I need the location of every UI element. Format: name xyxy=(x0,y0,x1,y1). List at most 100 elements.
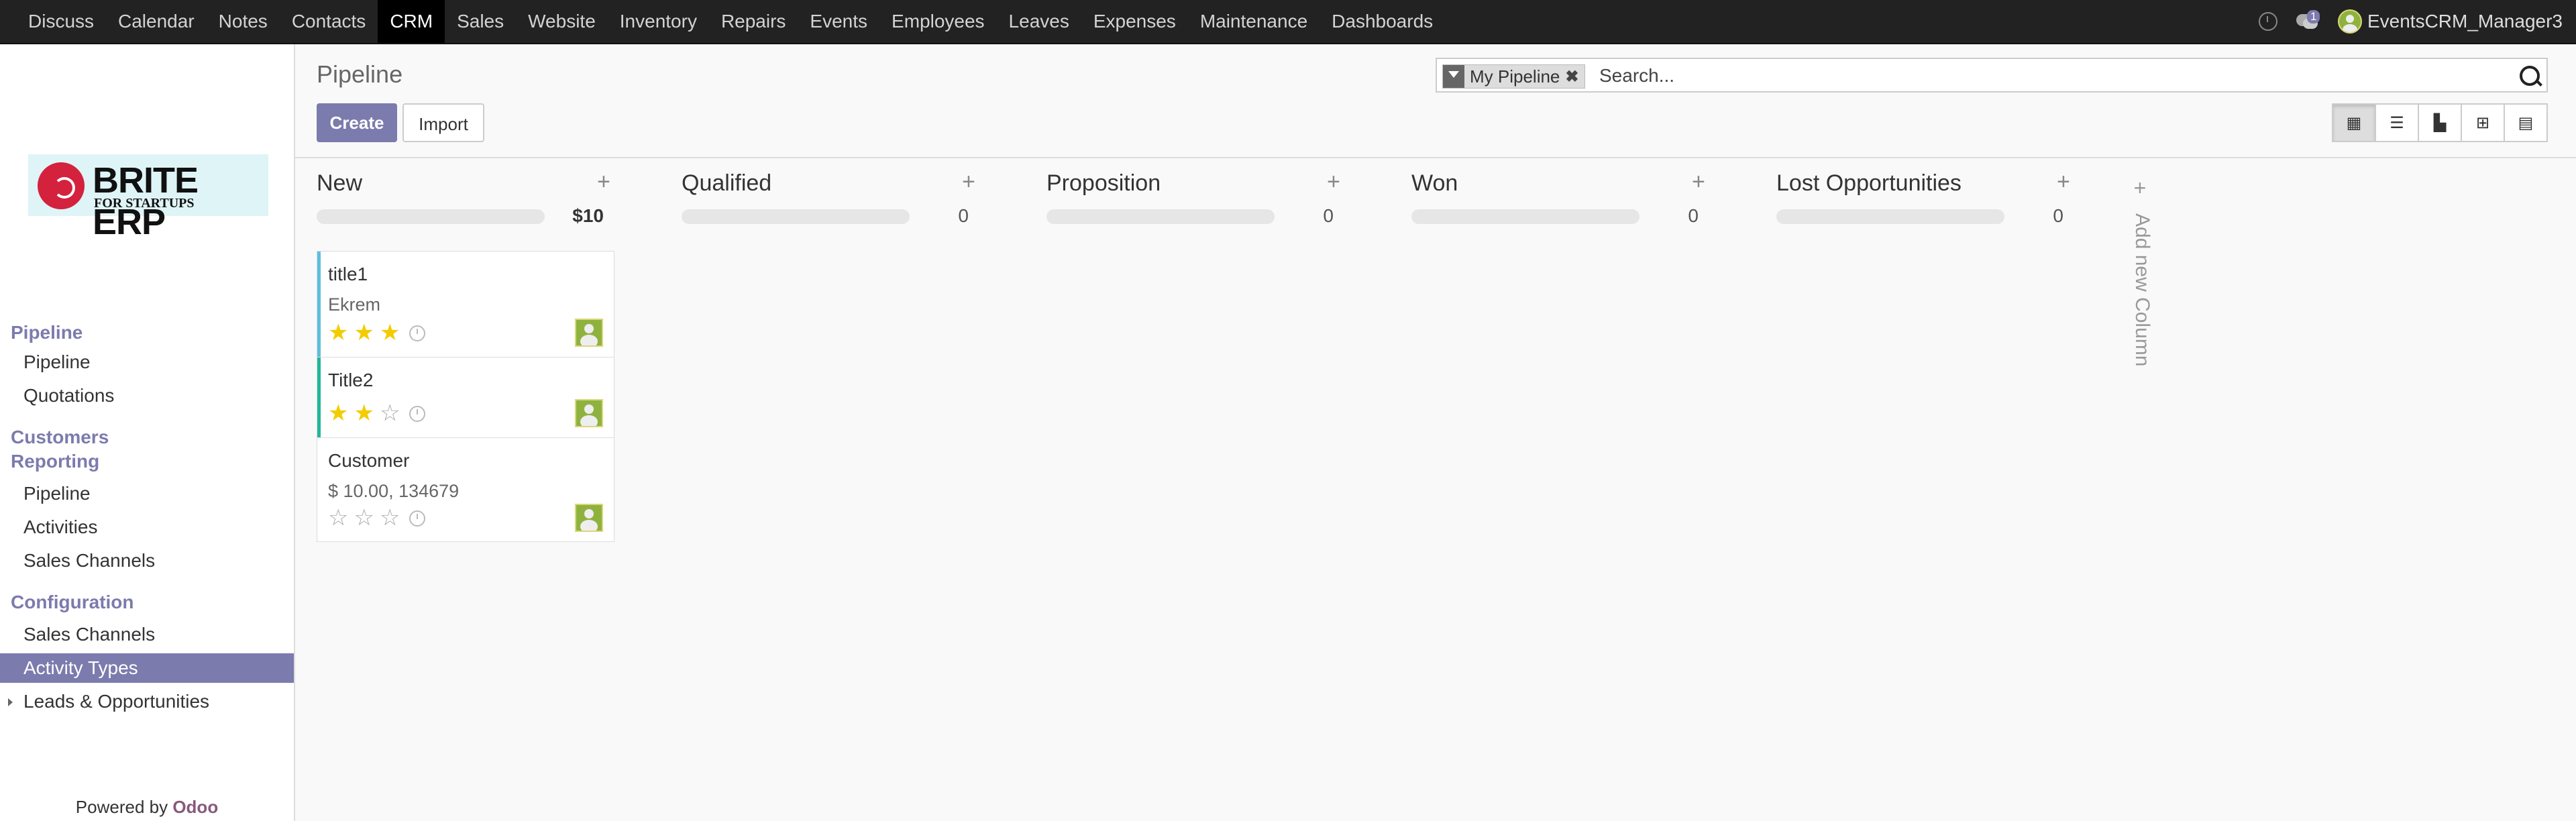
column-progressbar[interactable] xyxy=(1776,209,2004,224)
sidebar-item-activity-types[interactable]: Activity Types xyxy=(0,653,294,683)
sidebar-item-pipeline[interactable]: Pipeline xyxy=(0,347,294,377)
menu-employees[interactable]: Employees xyxy=(879,0,997,43)
star-icon[interactable]: ☆ xyxy=(380,402,400,425)
activity-clock-icon[interactable] xyxy=(409,510,426,527)
column-title[interactable]: Lost Opportunities xyxy=(1776,170,1962,197)
column-title[interactable]: Proposition xyxy=(1046,170,1161,197)
calendar-view-button[interactable]: ▤ xyxy=(2504,103,2548,142)
card-title: title1 xyxy=(328,264,368,284)
kanban-card[interactable]: Customer $ 10.00, 134679 ☆ ☆ ☆ xyxy=(317,437,614,542)
filter-icon xyxy=(1443,65,1464,88)
star-icon[interactable]: ☆ xyxy=(328,506,348,529)
kanban-view-button[interactable]: ▦ xyxy=(2332,103,2376,142)
column-progressbar[interactable] xyxy=(1046,209,1275,224)
column-total: 0 xyxy=(1688,205,1699,226)
list-view-button[interactable]: ☰ xyxy=(2375,103,2419,142)
menu-expenses[interactable]: Expenses xyxy=(1081,0,1188,43)
kanban-card[interactable]: Title2 ★ ★ ☆ xyxy=(317,357,614,439)
column-total: $10 xyxy=(572,205,604,226)
star-icon[interactable]: ★ xyxy=(380,321,400,344)
calendar-view-icon: ▤ xyxy=(2518,113,2534,132)
quick-create-plus-icon[interactable]: + xyxy=(597,169,610,195)
sidebar-section-customers[interactable]: Customers xyxy=(11,425,109,449)
sidebar-section-reporting[interactable]: Reporting xyxy=(11,449,99,474)
message-count-badge: 1 xyxy=(2306,10,2320,23)
search-icon[interactable] xyxy=(2520,66,2540,86)
card-title: Customer xyxy=(328,450,410,471)
kanban-column-proposition: Proposition + 0 xyxy=(1025,158,1352,762)
top-navbar: Discuss Calendar Notes Contacts CRM Sale… xyxy=(0,0,2576,44)
column-title[interactable]: Won xyxy=(1411,170,1458,197)
import-button[interactable]: Import xyxy=(402,103,484,142)
search-bar[interactable]: My Pipeline ✖ xyxy=(1436,58,2548,93)
column-total: 0 xyxy=(2053,205,2063,226)
systray: 1 EventsCRM_Manager3 xyxy=(2258,0,2563,43)
graph-view-icon: ▙ xyxy=(2433,113,2447,132)
column-progressbar[interactable] xyxy=(317,209,545,224)
column-total: 0 xyxy=(1323,205,1334,226)
quick-create-plus-icon[interactable]: + xyxy=(1327,169,1340,195)
star-icon[interactable]: ★ xyxy=(354,321,374,344)
graph-view-button[interactable]: ▙ xyxy=(2418,103,2462,142)
column-title[interactable]: New xyxy=(317,170,362,197)
star-icon[interactable]: ★ xyxy=(328,402,348,425)
column-title[interactable]: Qualified xyxy=(682,170,771,197)
sidebar-item-sales-channels[interactable]: Sales Channels xyxy=(0,620,294,649)
star-icon[interactable]: ★ xyxy=(354,402,374,425)
menu-calendar[interactable]: Calendar xyxy=(106,0,207,43)
odoo-link[interactable]: Odoo xyxy=(172,797,218,817)
sidebar-section-configuration[interactable]: Configuration xyxy=(11,590,134,614)
logo-mark-icon xyxy=(38,162,85,209)
add-column[interactable]: + Add new Column xyxy=(2127,176,2153,366)
menu-crm[interactable]: CRM xyxy=(378,0,445,43)
column-progressbar[interactable] xyxy=(682,209,910,224)
menu-discuss[interactable]: Discuss xyxy=(16,0,106,43)
card-avatar xyxy=(575,319,603,347)
menu-contacts[interactable]: Contacts xyxy=(280,0,378,43)
sidebar-item-leads-opportunities[interactable]: Leads & Opportunities xyxy=(0,687,294,716)
quick-create-plus-icon[interactable]: + xyxy=(2057,169,2070,195)
user-menu[interactable]: EventsCRM_Manager3 xyxy=(2337,9,2563,34)
sidebar-item-reporting-pipeline[interactable]: Pipeline xyxy=(0,479,294,508)
pivot-view-icon: ⊞ xyxy=(2475,113,2490,132)
caret-right-icon xyxy=(8,698,13,706)
menu-sales[interactable]: Sales xyxy=(445,0,516,43)
star-icon[interactable]: ☆ xyxy=(380,506,400,529)
activity-clock-icon[interactable] xyxy=(409,406,426,422)
plus-icon: + xyxy=(2133,176,2147,200)
create-button[interactable]: Create xyxy=(317,103,397,142)
priority-stars: ★ ★ ★ xyxy=(328,321,426,344)
quick-create-plus-icon[interactable]: + xyxy=(1692,169,1705,195)
view-switcher: ▦ ☰ ▙ ⊞ ▤ xyxy=(2332,103,2548,142)
card-title: Title2 xyxy=(328,370,374,390)
menu-inventory[interactable]: Inventory xyxy=(608,0,709,43)
menu-website[interactable]: Website xyxy=(516,0,608,43)
card-avatar xyxy=(575,504,603,532)
star-icon[interactable]: ★ xyxy=(328,321,348,344)
sidebar: BRITE ERP FOR STARTUPS Pipeline Pipeline… xyxy=(0,44,295,821)
sidebar-item-reporting-sales-channels[interactable]: Sales Channels xyxy=(0,546,294,576)
sidebar-item-quotations[interactable]: Quotations xyxy=(0,381,294,410)
menu-leaves[interactable]: Leaves xyxy=(997,0,1081,43)
pivot-view-button[interactable]: ⊞ xyxy=(2461,103,2505,142)
sidebar-section-pipeline[interactable]: Pipeline xyxy=(11,321,83,345)
search-facet: My Pipeline ✖ xyxy=(1442,64,1585,89)
quick-create-plus-icon[interactable]: + xyxy=(962,169,975,195)
messages-icon[interactable]: 1 xyxy=(2296,10,2320,30)
remove-facet-icon[interactable]: ✖ xyxy=(1565,67,1584,87)
star-icon[interactable]: ☆ xyxy=(354,506,374,529)
activity-clock-icon[interactable] xyxy=(409,325,426,341)
menu-notes[interactable]: Notes xyxy=(207,0,280,43)
menu-maintenance[interactable]: Maintenance xyxy=(1188,0,1320,43)
sidebar-item-activities[interactable]: Activities xyxy=(0,512,294,542)
menu-repairs[interactable]: Repairs xyxy=(709,0,798,43)
search-input[interactable] xyxy=(1598,63,2473,89)
column-progressbar[interactable] xyxy=(1411,209,1640,224)
menu-events[interactable]: Events xyxy=(798,0,879,43)
kanban-view-icon: ▦ xyxy=(2346,113,2362,132)
menu-dashboards[interactable]: Dashboards xyxy=(1320,0,1445,43)
activity-clock-icon[interactable] xyxy=(2258,12,2277,31)
kanban-card[interactable]: title1 Ekrem ★ ★ ★ xyxy=(317,251,614,358)
card-color-stripe xyxy=(317,358,321,438)
powered-by-text: Powered by xyxy=(75,797,168,817)
